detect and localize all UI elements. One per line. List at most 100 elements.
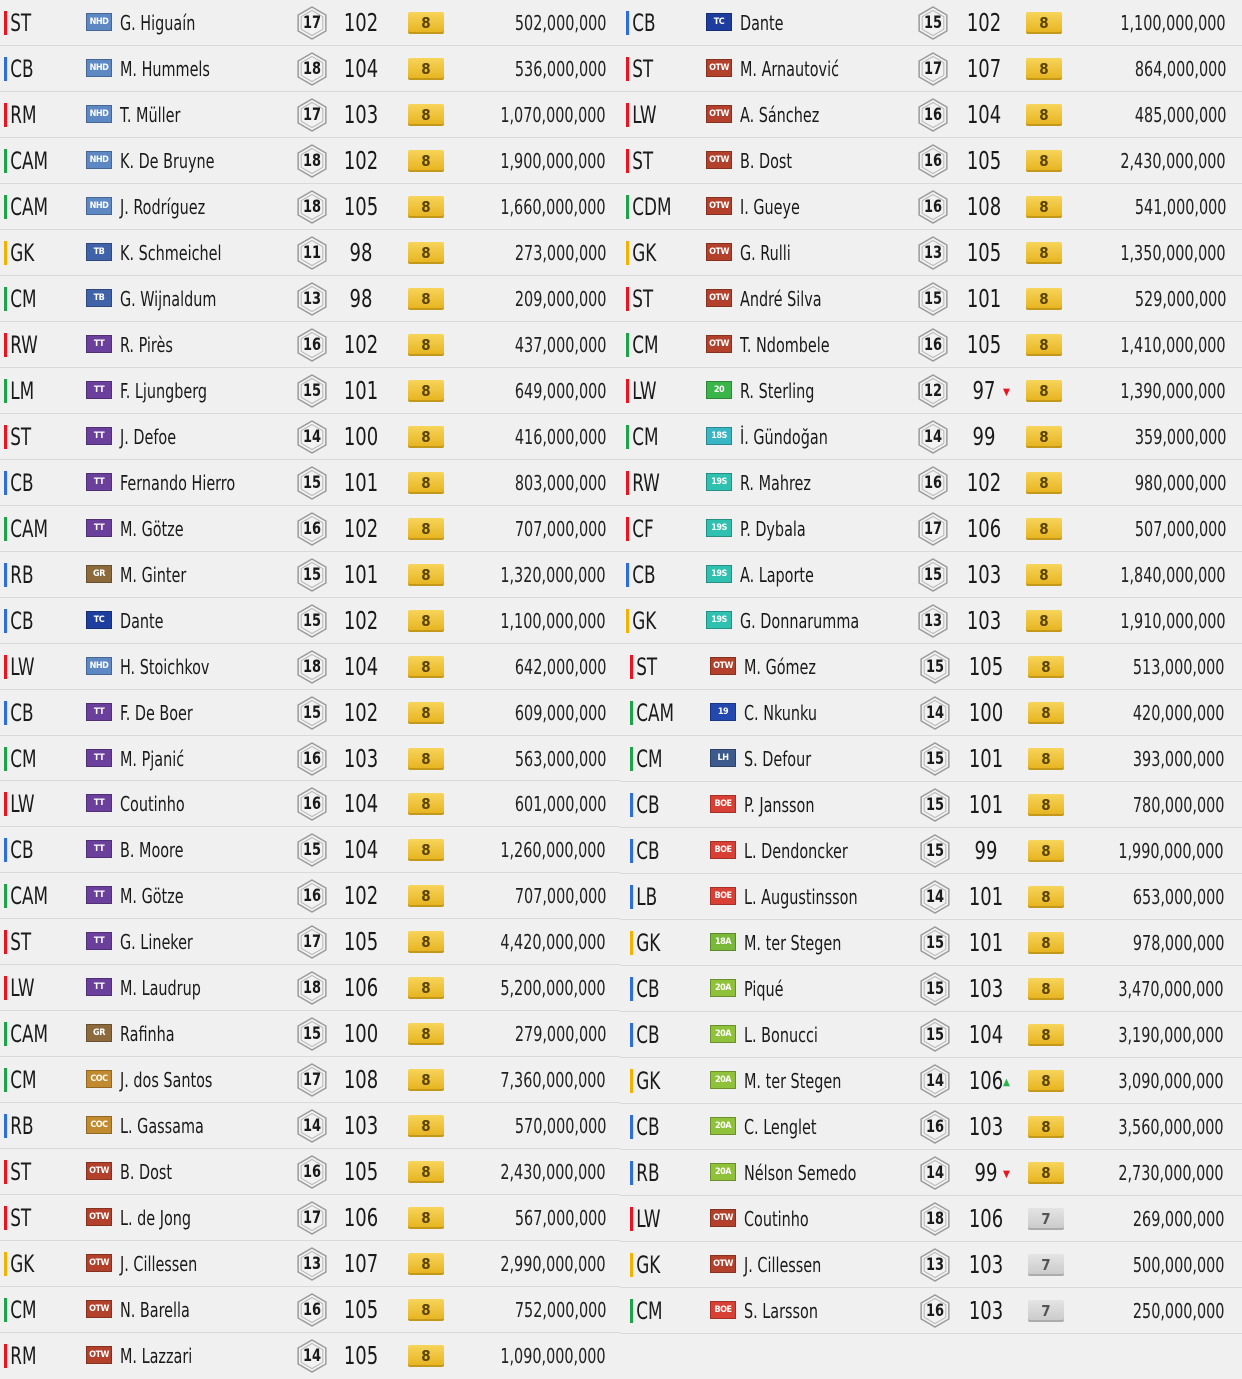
player-row[interactable]: CB TC Dante 15 102 8 1,100,000,000: [0, 598, 620, 644]
enhancement-level-box: 8: [408, 12, 444, 34]
player-row[interactable]: CAM TT M. Götze 16 102 8 707,000,000: [0, 873, 620, 920]
player-row[interactable]: ST OTW M. Gómez 15 105 8 513,000,000: [620, 644, 1242, 690]
player-row[interactable]: CM LH S. Defour 15 101 8 393,000,000: [620, 736, 1242, 782]
player-price: 1,320,000,000: [500, 562, 606, 587]
player-row[interactable]: CB TC Dante 15 102 8 1,100,000,000: [620, 0, 1242, 46]
level-value: 13: [923, 243, 943, 263]
overall-rating: 103: [968, 1250, 1004, 1279]
level-hexagon-icon: 15: [295, 603, 329, 638]
player-row[interactable]: CM COC J. dos Santos 17 108 8 7,360,000,000: [0, 1057, 620, 1104]
player-row[interactable]: CAM 19 C. Nkunku 14 100 8 420,000,000: [620, 690, 1242, 736]
enhancement-level-box: 8: [1026, 380, 1062, 402]
player-row[interactable]: CB BOE L. Dendoncker 15 99 8 1,990,000,000: [620, 828, 1242, 874]
player-row[interactable]: CB 20A Piqué 15 103 8 3,470,000,000: [620, 966, 1242, 1012]
player-row[interactable]: CB TT F. De Boer 15 102 8 609,000,000: [0, 690, 620, 736]
player-row[interactable]: ST OTW André Silva 15 101 8 529,000,000: [620, 276, 1242, 322]
player-row[interactable]: LW TT M. Laudrup 18 106 8 5,200,000,000: [0, 965, 620, 1012]
player-row[interactable]: LW TT Coutinho 16 104 8 601,000,000: [0, 781, 620, 828]
level-hexagon-icon: 18: [295, 190, 329, 224]
level-hexagon-icon: 16: [295, 787, 329, 822]
player-row[interactable]: GK OTW G. Rulli 13 105 8 1,350,000,000: [620, 230, 1242, 276]
level-value: 15: [923, 289, 943, 309]
overall-rating: 102: [966, 468, 1002, 497]
player-row[interactable]: RW TT R. Pirès 16 102 8 437,000,000: [0, 322, 620, 368]
overall-rating: 101: [968, 790, 1004, 819]
player-row[interactable]: CB 20A L. Bonucci 15 104 8 3,190,000,000: [620, 1012, 1242, 1058]
player-row[interactable]: CB TT B. Moore 15 104 8 1,260,000,000: [0, 827, 620, 874]
player-price: 601,000,000: [514, 792, 606, 817]
player-row[interactable]: RM NHD T. Müller 17 103 8 1,070,000,000: [0, 92, 620, 138]
player-row[interactable]: GK TB K. Schmeichel 11 98 8 273,000,000: [0, 230, 620, 276]
player-row[interactable]: CF 19S P. Dybala 17 106 8 507,000,000: [620, 506, 1242, 552]
player-row[interactable]: LB BOE L. Augustinsson 14 101 8 653,000,000: [620, 874, 1242, 920]
overall-rating: 105: [343, 927, 379, 957]
player-name: B. Dost: [120, 1160, 173, 1185]
overall-rating: 100: [968, 698, 1004, 727]
player-row[interactable]: CAM TT M. Götze 16 102 8 707,000,000: [0, 506, 620, 552]
player-row[interactable]: CAM GR Rafinha 15 100 8 279,000,000: [0, 1011, 620, 1058]
player-row[interactable]: CM OTW T. Ndombele 16 105 8 1,410,000,000: [620, 322, 1242, 368]
player-row[interactable]: CM 18S İ. Gündoğan 14 99 8 359,000,000: [620, 414, 1242, 460]
player-row[interactable]: ST TT J. Defoe 14 100 8 416,000,000: [0, 414, 620, 460]
player-row[interactable]: CB TT Fernando Hierro 15 101 8 803,000,000: [0, 460, 620, 506]
level-hexagon-icon: 17: [295, 925, 329, 960]
season-badge-icon: 20: [706, 381, 732, 399]
enhancement-level-box: 8: [408, 287, 444, 310]
level-value: 18: [302, 196, 322, 217]
player-row[interactable]: ST OTW M. Arnautović 17 107 8 864,000,000: [620, 46, 1242, 92]
player-row[interactable]: GK 19S G. Donnarumma 13 103 8 1,910,000,000: [620, 598, 1242, 644]
player-row[interactable]: GK 20A M. ter Stegen 14 106 ▲ 8 3,090,000,000: [620, 1058, 1242, 1104]
player-row[interactable]: LW OTW A. Sánchez 16 104 8 485,000,000: [620, 92, 1242, 138]
player-row[interactable]: CB 20A C. Lenglet 16 103 8 3,560,000,000: [620, 1104, 1242, 1150]
player-row[interactable]: CB 19S A. Laporte 15 103 8 1,840,000,000: [620, 552, 1242, 598]
player-row[interactable]: RB 20A Nélson Semedo 14 99 ▼ 8 2,730,000,000: [620, 1150, 1242, 1196]
level-hexagon-icon: 15: [295, 695, 329, 730]
player-row[interactable]: CM OTW N. Barella 16 105 8 752,000,000: [0, 1287, 620, 1334]
position-label: GK: [4, 1250, 34, 1278]
player-row[interactable]: RM OTW M. Lazzari 14 105 8 1,090,000,000: [0, 1333, 620, 1379]
player-name: M. Laudrup: [120, 976, 201, 1001]
player-row[interactable]: RB GR M. Ginter 15 101 8 1,320,000,000: [0, 552, 620, 598]
position-label: CB: [630, 1021, 659, 1049]
player-row[interactable]: GK OTW J. Cillessen 13 107 8 2,990,000,000: [0, 1241, 620, 1288]
player-row[interactable]: ST OTW L. de Jong 17 106 8 567,000,000: [0, 1195, 620, 1242]
player-row[interactable]: CB NHD M. Hummels 18 104 8 536,000,000: [0, 46, 620, 92]
player-row[interactable]: CM TT M. Pjanić 16 103 8 563,000,000: [0, 736, 620, 782]
enhancement-level-box: 8: [1028, 886, 1064, 908]
season-badge-icon: OTW: [706, 105, 732, 123]
player-row[interactable]: ST NHD G. Higuaín 17 102 8 502,000,000: [0, 0, 620, 46]
player-name: Nélson Semedo: [744, 1161, 857, 1185]
position-label: CB: [630, 837, 659, 865]
player-row[interactable]: ST OTW B. Dost 16 105 8 2,430,000,000: [0, 1149, 620, 1196]
player-row[interactable]: CM TB G. Wijnaldum 13 98 8 209,000,000: [0, 276, 620, 322]
season-badge-icon: TC: [706, 13, 732, 31]
overall-rating: 107: [343, 1249, 379, 1279]
player-name: J. Cillessen: [120, 1252, 198, 1277]
player-row[interactable]: ST TT G. Lineker 17 105 8 4,420,000,000: [0, 919, 620, 966]
level-value: 15: [302, 840, 322, 861]
player-row[interactable]: GK 18A M. ter Stegen 15 101 8 978,000,000: [620, 920, 1242, 966]
player-list-grid: ST NHD G. Higuaín 17 102 8 502,000,000 CB NHD M. …: [0, 0, 1242, 1379]
season-badge-icon: GR: [86, 1024, 112, 1043]
enhancement-level-box: 8: [1026, 334, 1062, 356]
level-value: 15: [925, 933, 945, 953]
player-row[interactable]: CDM OTW I. Gueye 16 108 8 541,000,000: [620, 184, 1242, 230]
player-row[interactable]: LW OTW Coutinho 18 106 7 269,000,000: [620, 1196, 1242, 1242]
player-row[interactable]: LW 20 R. Sterling 12 97 ▼ 8 1,390,000,000: [620, 368, 1242, 414]
player-row[interactable]: GK OTW J. Cillessen 13 103 7 500,000,000: [620, 1242, 1242, 1288]
player-row[interactable]: LM TT F. Ljungberg 15 101 8 649,000,000: [0, 368, 620, 414]
overall-rating: 106: [966, 514, 1002, 543]
player-row[interactable]: LW NHD H. Stoichkov 18 104 8 642,000,000: [0, 644, 620, 690]
player-row[interactable]: CAM NHD K. De Bruyne 18 102 8 1,900,000,000: [0, 138, 620, 184]
player-row[interactable]: RB COC L. Gassama 14 103 8 570,000,000: [0, 1103, 620, 1150]
player-price: 864,000,000: [1134, 57, 1226, 81]
player-row[interactable]: CAM NHD J. Rodríguez 18 105 8 1,660,000,000: [0, 184, 620, 230]
player-row[interactable]: CB BOE P. Jansson 15 101 8 780,000,000: [620, 782, 1242, 828]
overall-rating: 103: [343, 1111, 379, 1141]
player-row[interactable]: RW 19S R. Mahrez 16 102 8 980,000,000: [620, 460, 1242, 506]
level-value: 17: [302, 104, 322, 125]
player-row[interactable]: ST OTW B. Dost 16 105 8 2,430,000,000: [620, 138, 1242, 184]
season-badge-icon: TT: [86, 840, 112, 859]
player-price: 567,000,000: [514, 1206, 606, 1231]
player-row[interactable]: CM BOE S. Larsson 16 103 7 250,000,000: [620, 1288, 1242, 1334]
